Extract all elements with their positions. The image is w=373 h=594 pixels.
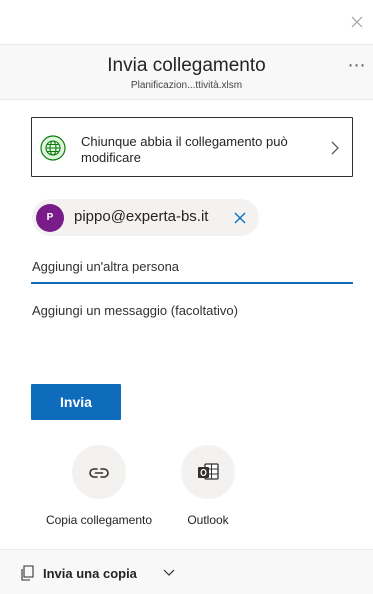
recipient-chip[interactable]: P pippo@experta-bs.it [32,199,259,236]
ellipsis-icon[interactable]: ⋯ [345,56,369,81]
recipient-email: pippo@experta-bs.it [74,208,209,225]
file-name: Planificazion...ttività.xlsm [130,80,243,91]
chevron-right-icon [331,141,339,155]
send-copy-label: Invia una copia [43,566,137,581]
globe-icon [40,135,66,161]
copy-document-icon [21,565,34,581]
message-field[interactable] [31,303,353,363]
link-permission-button[interactable]: Chiunque abbia il collegamento può modif… [31,117,353,177]
outlook-label: Outlook [187,513,229,527]
outlook-option[interactable]: Outlook [153,445,263,535]
footer: Invia una copia [0,549,373,594]
copy-link-label: Copia collegamento [45,513,153,527]
copy-link-option[interactable]: Copia collegamento [44,445,154,535]
outlook-circle [181,445,235,499]
share-dialog: Invia collegamento Planificazion...ttivi… [0,0,373,594]
dialog-title: Invia collegamento [107,55,266,76]
remove-recipient-icon[interactable] [232,210,248,226]
copy-link-circle [72,445,126,499]
outlook-icon [198,463,219,480]
close-icon[interactable] [349,14,365,30]
add-person-input[interactable] [31,251,353,284]
dialog-header: Invia collegamento Planificazion...ttivi… [0,44,373,100]
chevron-down-icon [163,569,175,576]
link-icon [89,468,109,478]
avatar: P [36,204,64,232]
send-button[interactable]: Invia [31,384,121,420]
permission-text: Chiunque abbia il collegamento può modif… [81,134,288,165]
